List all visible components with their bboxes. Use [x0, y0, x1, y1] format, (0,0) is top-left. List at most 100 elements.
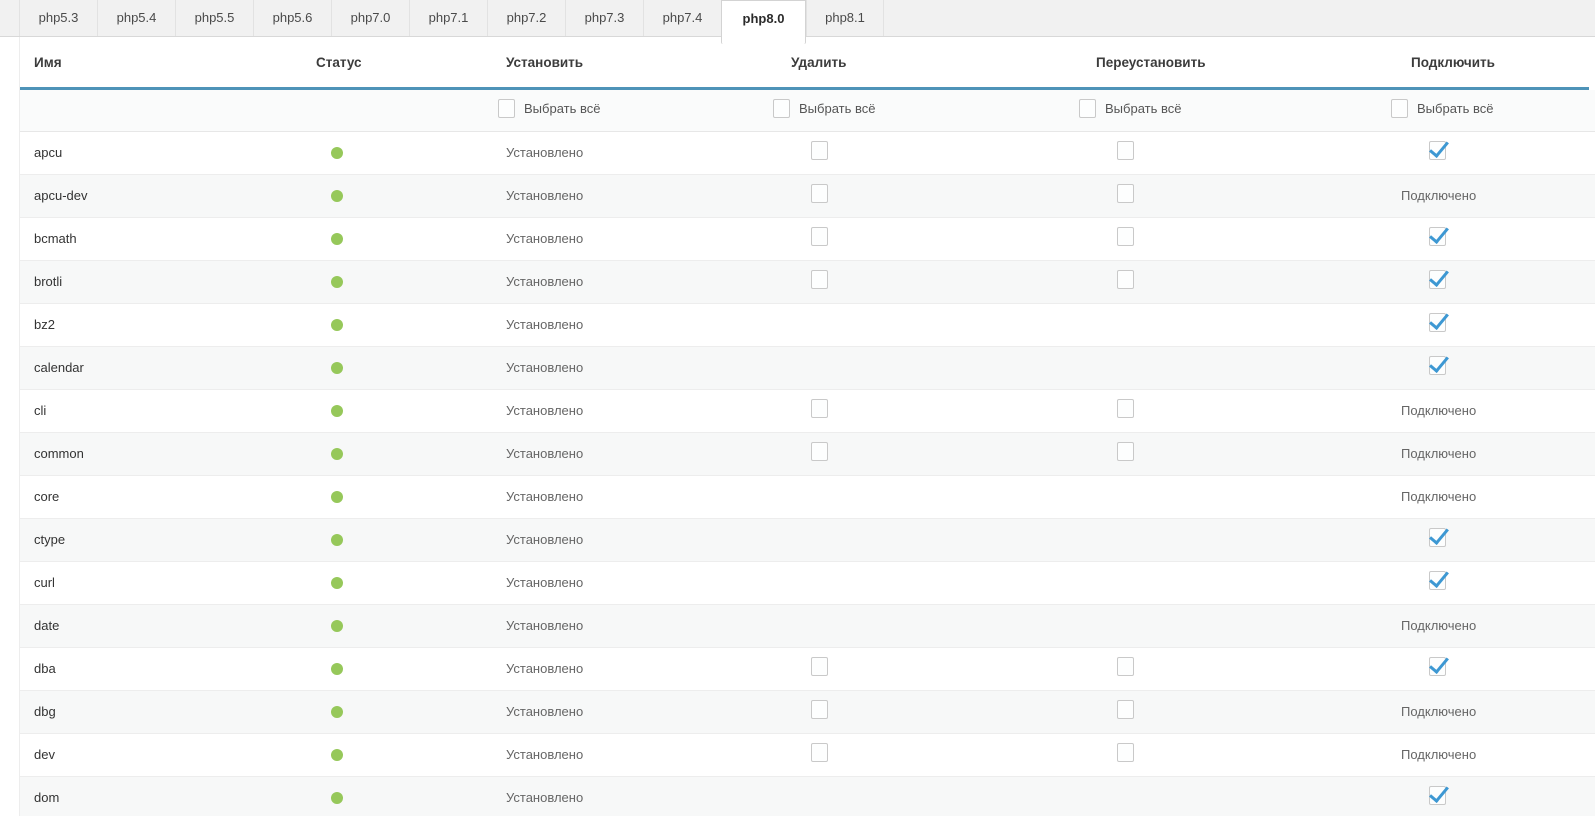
tab-php7.4[interactable]: php7.4	[643, 0, 721, 36]
remove-checkbox[interactable]	[811, 184, 828, 203]
reinstall-checkbox[interactable]	[1117, 743, 1134, 762]
extension-name: curl	[34, 575, 55, 590]
connect-checkbox[interactable]	[1429, 356, 1446, 375]
remove-checkbox[interactable]	[811, 657, 828, 676]
status-ok-icon	[331, 749, 343, 761]
extension-name: brotli	[34, 274, 62, 289]
status-ok-icon	[331, 792, 343, 804]
column-header-install: Установить	[484, 55, 759, 70]
connect-status-text: Подключено	[1401, 188, 1476, 203]
select-all-checkbox-reinstall[interactable]	[1079, 99, 1096, 118]
install-status-text: Установлено	[484, 532, 583, 547]
connect-checkbox[interactable]	[1429, 313, 1446, 332]
status-ok-icon	[331, 534, 343, 546]
select-all-checkbox-connect[interactable]	[1391, 99, 1408, 118]
table-row: core Установлено Подключено	[20, 476, 1595, 519]
connect-checkbox[interactable]	[1429, 141, 1446, 160]
tab-php8.1[interactable]: php8.1	[806, 0, 884, 36]
php-version-tabbar: php5.3php5.4php5.5php5.6php7.0php7.1php7…	[0, 0, 1595, 37]
connect-status-text: Подключено	[1401, 618, 1476, 633]
select-all-label: Выбрать всё	[524, 101, 600, 116]
connect-status-text: Подключено	[1401, 446, 1476, 461]
status-ok-icon	[331, 362, 343, 374]
install-status-text: Установлено	[484, 403, 583, 418]
extension-name: apcu	[34, 145, 62, 160]
connect-status-text: Подключено	[1401, 704, 1476, 719]
reinstall-checkbox[interactable]	[1117, 657, 1134, 676]
status-ok-icon	[331, 491, 343, 503]
status-ok-icon	[331, 706, 343, 718]
status-ok-icon	[331, 147, 343, 159]
table-row: dev Установлено Подключено	[20, 734, 1595, 777]
install-status-text: Установлено	[484, 360, 583, 375]
reinstall-checkbox[interactable]	[1117, 184, 1134, 203]
status-ok-icon	[331, 405, 343, 417]
table-row: bz2Установлено	[20, 304, 1595, 347]
install-status-text: Установлено	[484, 790, 583, 805]
table-row: cli Установлено Подключено	[20, 390, 1595, 433]
table-header-row: Имя Статус Установить Удалить Переустано…	[20, 37, 1595, 87]
select-all-row: Выбрать всё Выбрать всё Выбрать всё Выбр…	[20, 90, 1595, 132]
tab-php5.5[interactable]: php5.5	[175, 0, 253, 36]
remove-checkbox[interactable]	[811, 700, 828, 719]
reinstall-checkbox[interactable]	[1117, 700, 1134, 719]
install-status-text: Установлено	[484, 446, 583, 461]
extension-name: dev	[34, 747, 55, 762]
install-status-text: Установлено	[484, 747, 583, 762]
extension-name: dbg	[34, 704, 56, 719]
extension-name: bcmath	[34, 231, 77, 246]
tab-php7.1[interactable]: php7.1	[409, 0, 487, 36]
extension-name: apcu-dev	[34, 188, 87, 203]
extension-name: core	[34, 489, 59, 504]
table-body: apcuУстановленоapcu-devУстановленоПодклю…	[20, 132, 1595, 816]
connect-checkbox[interactable]	[1429, 571, 1446, 590]
tab-php5.3[interactable]: php5.3	[19, 0, 97, 36]
connect-checkbox[interactable]	[1429, 786, 1446, 805]
tab-php5.6[interactable]: php5.6	[253, 0, 331, 36]
connect-status-text: Подключено	[1401, 403, 1476, 418]
remove-checkbox[interactable]	[811, 399, 828, 418]
table-row: apcu-devУстановленоПодключено	[20, 175, 1595, 218]
reinstall-checkbox[interactable]	[1117, 442, 1134, 461]
connect-checkbox[interactable]	[1429, 270, 1446, 289]
extension-name: ctype	[34, 532, 65, 547]
extension-name: calendar	[34, 360, 84, 375]
extension-name: date	[34, 618, 59, 633]
tab-php8.0[interactable]: php8.0	[721, 0, 806, 44]
remove-checkbox[interactable]	[811, 442, 828, 461]
remove-checkbox[interactable]	[811, 141, 828, 160]
connect-status-text: Подключено	[1401, 489, 1476, 504]
reinstall-checkbox[interactable]	[1117, 141, 1134, 160]
reinstall-checkbox[interactable]	[1117, 270, 1134, 289]
table-row: brotliУстановлено	[20, 261, 1595, 304]
connect-checkbox[interactable]	[1429, 657, 1446, 676]
select-all-checkbox-remove[interactable]	[773, 99, 790, 118]
status-ok-icon	[331, 319, 343, 331]
reinstall-checkbox[interactable]	[1117, 399, 1134, 418]
select-all-label: Выбрать всё	[1417, 101, 1493, 116]
tab-php5.4[interactable]: php5.4	[97, 0, 175, 36]
remove-checkbox[interactable]	[811, 743, 828, 762]
extension-name: common	[34, 446, 84, 461]
table-row: calendar Установлено	[20, 347, 1595, 390]
status-ok-icon	[331, 448, 343, 460]
table-row: ctype Установлено	[20, 519, 1595, 562]
connect-checkbox[interactable]	[1429, 227, 1446, 246]
tab-php7.0[interactable]: php7.0	[331, 0, 409, 36]
extension-name: bz2	[34, 317, 55, 332]
remove-checkbox[interactable]	[811, 227, 828, 246]
status-ok-icon	[331, 663, 343, 675]
extension-name: cli	[34, 403, 46, 418]
install-status-text: Установлено	[484, 489, 583, 504]
connect-status-text: Подключено	[1401, 747, 1476, 762]
connect-checkbox[interactable]	[1429, 528, 1446, 547]
table-row: bcmathУстановлено	[20, 218, 1595, 261]
select-all-checkbox-install[interactable]	[498, 99, 515, 118]
remove-checkbox[interactable]	[811, 270, 828, 289]
reinstall-checkbox[interactable]	[1117, 227, 1134, 246]
column-header-name: Имя	[20, 55, 301, 70]
tab-php7.2[interactable]: php7.2	[487, 0, 565, 36]
install-status-text: Установлено	[484, 704, 583, 719]
column-header-remove: Удалить	[759, 55, 1065, 70]
tab-php7.3[interactable]: php7.3	[565, 0, 643, 36]
